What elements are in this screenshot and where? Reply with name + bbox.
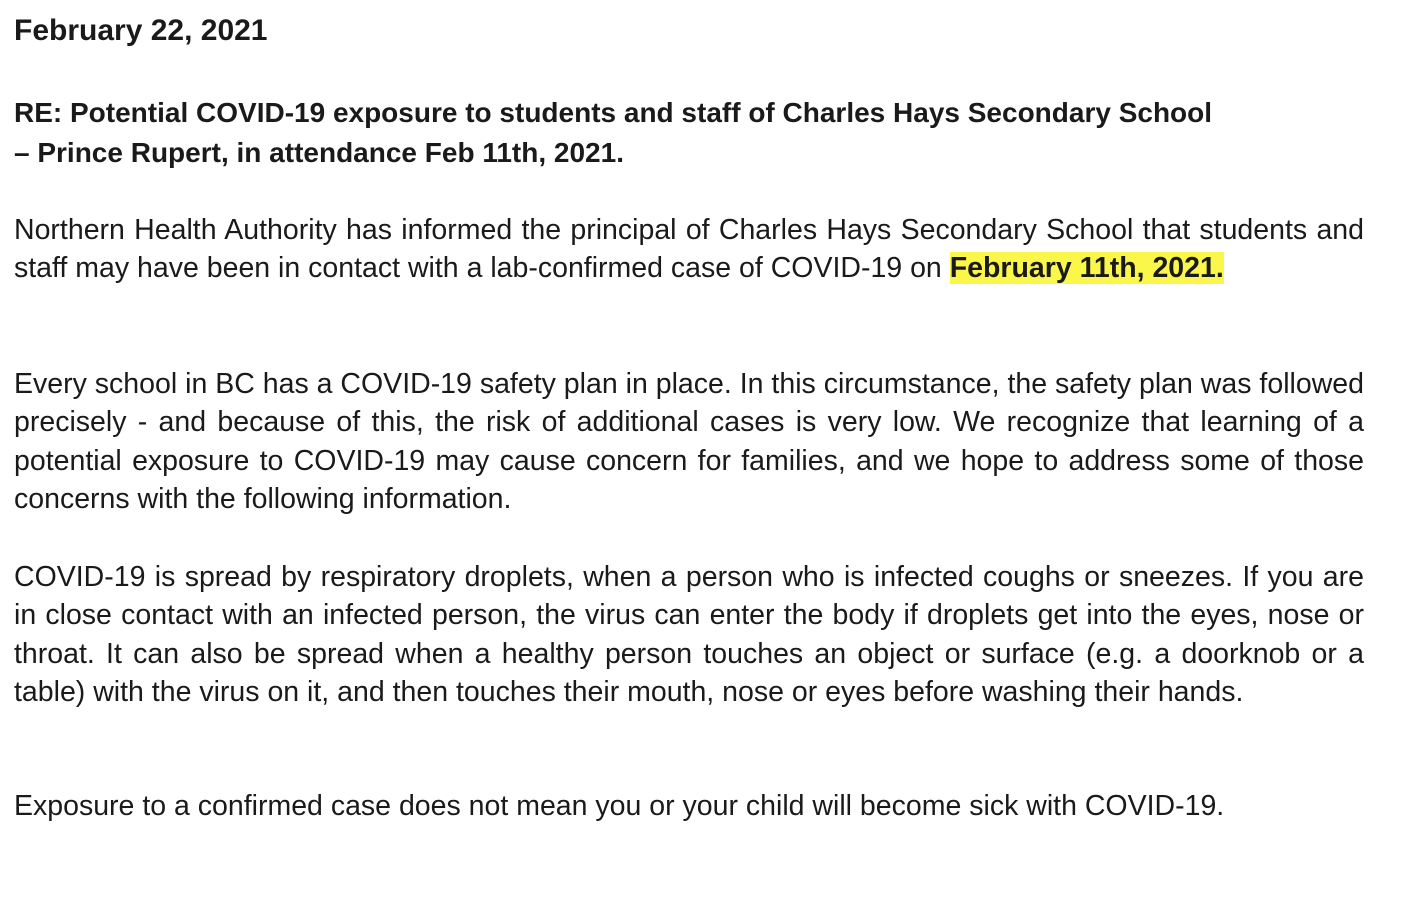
subject-line-2: – Prince Rupert, in attendance Feb 11th,… <box>14 137 624 168</box>
paragraph-safety-plan: Every school in BC has a COVID-19 safety… <box>14 368 1364 515</box>
subject-line: RE: Potential COVID-19 exposure to stude… <box>14 93 1374 173</box>
highlighted-exposure-date: February 11th, 2021. <box>949 252 1224 285</box>
subject-line-1: RE: Potential COVID-19 exposure to stude… <box>14 97 1213 128</box>
paragraph-exposure-notice: Northern Health Authority has informed t… <box>14 211 1364 288</box>
letter-date: February 22, 2021 <box>14 14 268 47</box>
paragraph-exposure-risk: Exposure to a confirmed case does not me… <box>14 790 1225 822</box>
paragraph-transmission: COVID-19 is spread by respiratory drople… <box>14 561 1364 708</box>
